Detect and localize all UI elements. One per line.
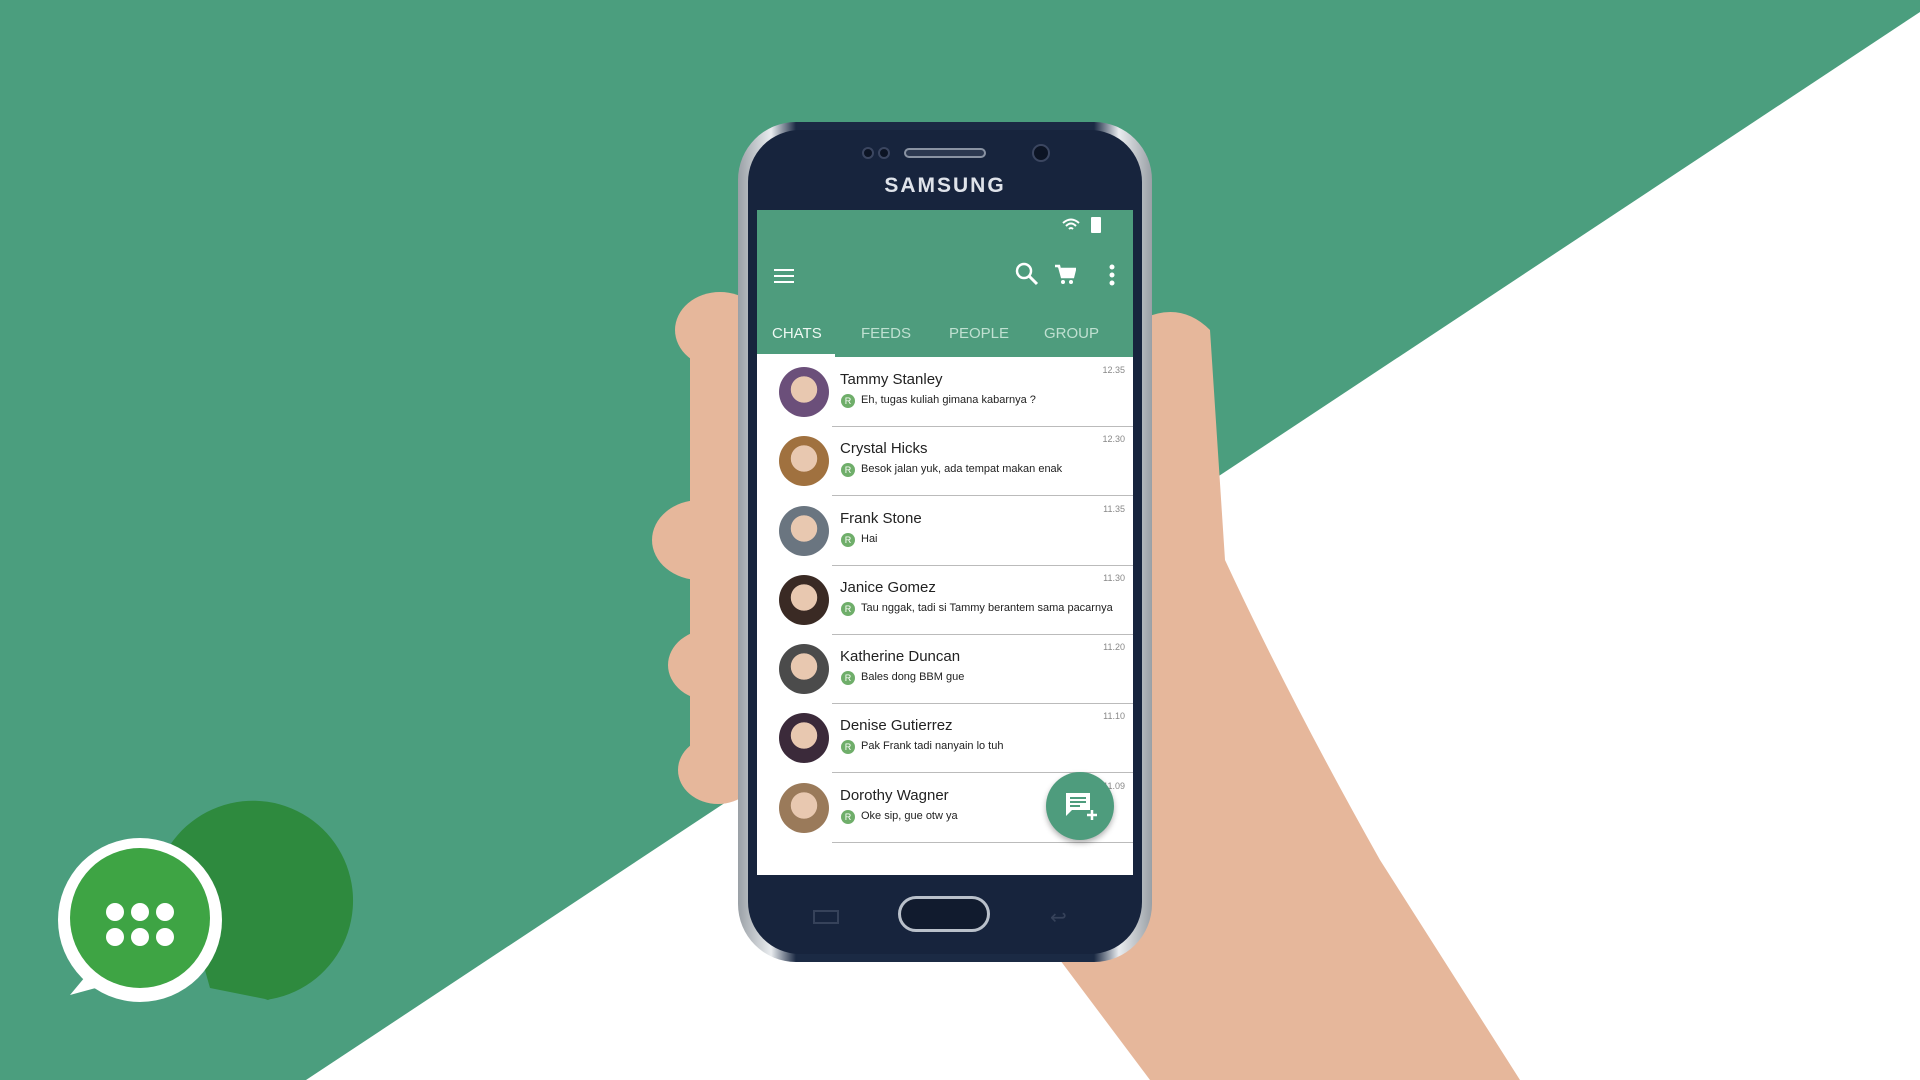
- tab-people[interactable]: PEOPLE: [949, 325, 1009, 342]
- app-bar: CHATS FEEDS PEOPLE GROUP: [757, 210, 1133, 357]
- sensor: [862, 147, 874, 159]
- chat-list-item[interactable]: Denise Gutierrez R Pak Frank tadi nanyai…: [757, 703, 1133, 773]
- last-message: Eh, tugas kuliah gimana kabarnya ?: [861, 394, 1036, 406]
- back-key-icon[interactable]: ↩: [1050, 905, 1067, 930]
- avatar: [779, 436, 829, 486]
- message-time: 11.35: [1103, 504, 1125, 514]
- last-message: Hai: [861, 533, 878, 545]
- cart-icon[interactable]: [1054, 264, 1076, 286]
- last-message: Bales dong BBM gue: [861, 671, 965, 683]
- chat-list-item[interactable]: Katherine Duncan R Bales dong BBM gue 11…: [757, 634, 1133, 704]
- chat-list-item[interactable]: Tammy Stanley R Eh, tugas kuliah gimana …: [757, 357, 1133, 427]
- battery-icon: [1091, 217, 1101, 233]
- divider: [832, 842, 1133, 843]
- avatar: [779, 713, 829, 763]
- contact-name: Katherine Duncan: [840, 648, 961, 665]
- read-receipt-badge: R: [841, 810, 855, 824]
- contact-name: Frank Stone: [840, 510, 922, 527]
- contact-name: Denise Gutierrez: [840, 717, 953, 734]
- read-receipt-badge: R: [841, 463, 855, 477]
- read-receipt-badge: R: [841, 740, 855, 754]
- contact-name: Tammy Stanley: [840, 371, 943, 388]
- sensor: [878, 147, 890, 159]
- hamburger-icon[interactable]: [773, 268, 795, 284]
- last-message: Pak Frank tadi nanyain lo tuh: [861, 740, 1004, 752]
- read-receipt-badge: R: [841, 602, 855, 616]
- contact-name: Janice Gomez: [840, 579, 936, 596]
- tab-feeds[interactable]: FEEDS: [861, 325, 911, 342]
- home-button[interactable]: [898, 896, 990, 932]
- tab-group[interactable]: GROUP: [1044, 325, 1099, 342]
- read-receipt-badge: R: [841, 671, 855, 685]
- last-message: Oke sip, gue otw ya: [861, 810, 958, 822]
- device-brand: SAMSUNG: [884, 174, 1006, 197]
- earpiece-speaker: [904, 148, 986, 158]
- bbm-logo: [58, 800, 354, 1002]
- new-chat-icon: [1066, 793, 1097, 820]
- front-camera: [1032, 144, 1050, 162]
- chat-list-item[interactable]: Crystal Hicks R Besok jalan yuk, ada tem…: [757, 426, 1133, 496]
- message-time: 11.10: [1103, 711, 1125, 721]
- search-icon[interactable]: [1015, 262, 1039, 286]
- last-message: Besok jalan yuk, ada tempat makan enak: [861, 463, 1063, 475]
- chat-list-item[interactable]: Frank Stone R Hai 11.35: [757, 496, 1133, 566]
- app-screen: CHATS FEEDS PEOPLE GROUP Tammy Stanley R…: [757, 210, 1133, 875]
- contact-name: Crystal Hicks: [840, 440, 928, 457]
- tab-chats[interactable]: CHATS: [772, 325, 822, 342]
- avatar: [779, 644, 829, 694]
- contact-name: Dorothy Wagner: [840, 787, 949, 804]
- read-receipt-badge: R: [841, 394, 855, 408]
- avatar: [779, 575, 829, 625]
- avatar: [779, 783, 829, 833]
- chat-list-item[interactable]: Janice Gomez R Tau nggak, tadi si Tammy …: [757, 565, 1133, 635]
- message-time: 12.30: [1102, 434, 1125, 444]
- new-chat-button[interactable]: [1046, 772, 1114, 840]
- avatar: [779, 367, 829, 417]
- wifi-icon: [1062, 218, 1080, 230]
- message-time: 11.30: [1103, 573, 1125, 583]
- last-message: Tau nggak, tadi si Tammy berantem sama p…: [861, 602, 1113, 614]
- recent-apps-key-icon[interactable]: [813, 910, 839, 924]
- avatar: [779, 506, 829, 556]
- more-vert-icon[interactable]: [1108, 264, 1116, 286]
- message-time: 11.20: [1103, 642, 1125, 652]
- read-receipt-badge: R: [841, 533, 855, 547]
- message-time: 12.35: [1102, 365, 1125, 375]
